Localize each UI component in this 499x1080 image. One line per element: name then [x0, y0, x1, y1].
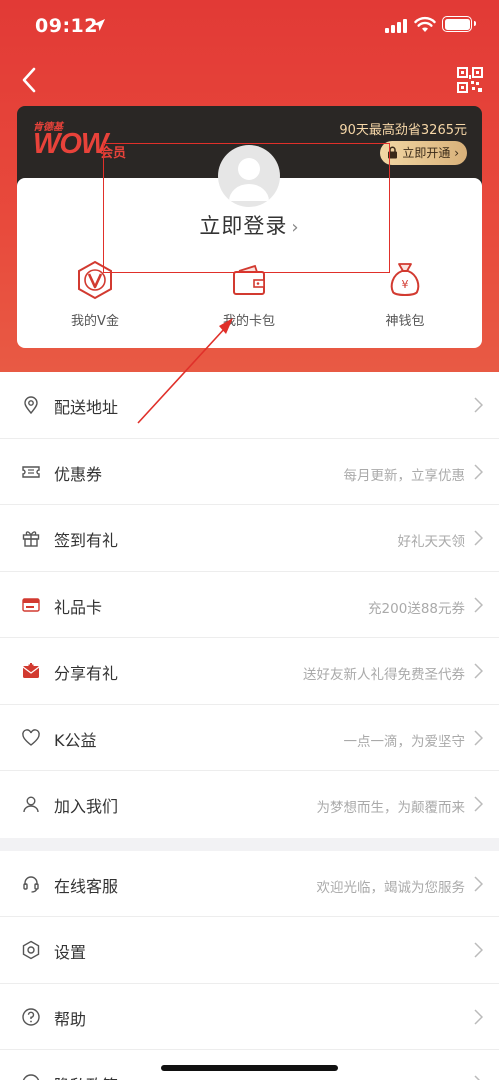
chevron-right-icon	[474, 942, 483, 958]
svg-text:¥: ¥	[402, 278, 409, 291]
menu-item-label: 签到有礼	[54, 531, 119, 550]
coupon-icon	[22, 465, 40, 478]
menu-item-label: 优惠券	[54, 464, 103, 484]
qr-code-icon[interactable]	[457, 67, 483, 93]
menu-item-subtitle: 一点一滴，为爱坚守	[343, 733, 466, 750]
menu-item-label: K公益	[54, 730, 97, 750]
menu-item-subtitle: 好礼天天领	[397, 534, 466, 550]
chevron-right-icon	[474, 1008, 483, 1025]
chevron-right-icon	[474, 463, 483, 480]
chevron-right-icon	[474, 729, 483, 746]
headset-icon	[23, 875, 39, 893]
chevron-right-icon	[474, 875, 483, 892]
open-membership-label: 立即开通 ›	[402, 146, 459, 160]
wifi-icon	[414, 16, 436, 32]
battery-icon	[442, 16, 476, 32]
chevron-right-icon	[474, 596, 483, 613]
menu-item-share[interactable]: 分享有礼 送好友新人礼得免费圣代券	[0, 638, 499, 705]
settings-icon	[22, 940, 40, 960]
status-bar: 09:12	[0, 0, 499, 52]
back-arrow-icon[interactable]	[16, 64, 44, 96]
menu-item-coupons[interactable]: 优惠券 每月更新，立享优惠	[0, 439, 499, 505]
chevron-right-icon	[474, 663, 483, 679]
entry-label: 我的V金	[71, 314, 119, 329]
open-membership-button[interactable]: 立即开通 ›	[380, 141, 467, 165]
chevron-right-icon	[474, 1075, 481, 1080]
menu-item-label: 加入我们	[54, 797, 119, 816]
menu-item-gift-card[interactable]: 礼品卡 充200送88元券	[0, 572, 499, 638]
section-divider	[0, 837, 499, 851]
menu-item-label: 礼品卡	[54, 597, 103, 617]
menu-item-label: 设置	[54, 943, 87, 962]
gift-icon	[22, 531, 40, 547]
privacy-icon	[22, 1074, 40, 1080]
member-promo-text: 90天最高劲省3265元	[339, 123, 467, 138]
wow-logo: WOW	[33, 128, 108, 160]
menu-item-subtitle: 欢迎光临，竭诚为您服务	[316, 879, 466, 896]
home-indicator[interactable]	[161, 1065, 338, 1071]
menu-item-check-in[interactable]: 签到有礼 好礼天天领	[0, 505, 499, 572]
menu-item-label: 分享有礼	[54, 664, 119, 683]
menu-item-label: 在线客服	[54, 876, 119, 896]
location-pin-icon	[24, 396, 38, 415]
menu-item-label: 帮助	[54, 1009, 87, 1029]
money-bag-icon: ¥	[390, 263, 420, 296]
chevron-right-icon	[474, 530, 483, 546]
menu-item-charity[interactable]: K公益 一点一滴，为爱坚守	[0, 705, 499, 771]
menu-item-subtitle: 充200送88元券	[368, 600, 465, 617]
highlight-box	[103, 143, 390, 273]
cellular-signal-icon	[385, 18, 407, 33]
menu-item-label: 隐私政策	[54, 1072, 118, 1080]
gift-card-icon	[22, 597, 40, 612]
menu-item-help[interactable]: 帮助	[0, 984, 499, 1050]
menu-item-settings[interactable]: 设置	[0, 917, 499, 984]
share-envelope-icon	[22, 663, 40, 678]
menu-list: 配送地址 优惠券 每月更新，立享优惠 签到有礼 好礼天天领 礼品卡 充200送8	[0, 372, 499, 1080]
heart-icon	[22, 728, 40, 746]
person-icon	[23, 796, 39, 813]
menu-item-customer-service[interactable]: 在线客服 欢迎光临，竭诚为您服务	[0, 851, 499, 917]
status-time: 09:12	[35, 15, 98, 37]
menu-item-subtitle: 为梦想而生，为颠覆而来	[316, 800, 466, 816]
entry-label: 神钱包	[385, 314, 425, 329]
help-icon	[22, 1007, 40, 1026]
menu-item-join-us[interactable]: 加入我们 为梦想而生，为颠覆而来	[0, 771, 499, 838]
location-arrow-icon	[93, 19, 105, 31]
entry-label: 我的卡包	[222, 314, 275, 329]
chevron-right-icon	[474, 796, 483, 812]
chevron-right-icon	[474, 397, 483, 413]
menu-item-subtitle: 送好友新人礼得免费圣代券	[303, 667, 465, 683]
menu-item-label: 配送地址	[54, 398, 119, 417]
menu-item-subtitle: 每月更新，立享优惠	[343, 467, 466, 484]
menu-item-delivery-address[interactable]: 配送地址	[0, 372, 499, 439]
